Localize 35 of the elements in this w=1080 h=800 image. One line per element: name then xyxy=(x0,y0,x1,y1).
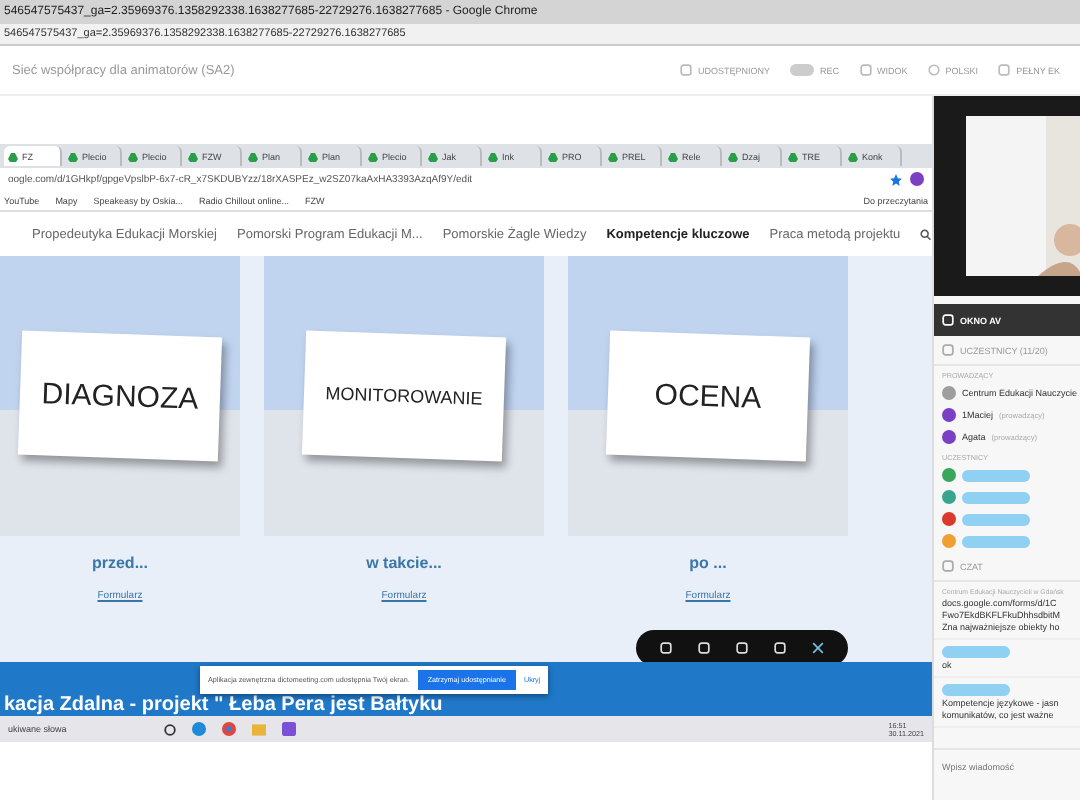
card-word: OCENA xyxy=(654,377,762,415)
drive-icon xyxy=(548,151,558,161)
card-word: DIAGNOZA xyxy=(41,376,199,416)
drive-icon xyxy=(188,151,198,161)
redaction-mark xyxy=(962,469,1030,481)
card-caption: w takcie... xyxy=(366,554,442,572)
redaction-mark xyxy=(942,684,1010,696)
drive-icon xyxy=(428,151,438,161)
drive-icon xyxy=(488,151,498,161)
drive-icon xyxy=(728,151,738,161)
drive-icon xyxy=(248,151,258,161)
drive-icon xyxy=(308,151,318,161)
card-caption: przed... xyxy=(91,554,148,572)
redaction-mark xyxy=(942,646,1010,658)
record-toggle[interactable] xyxy=(790,64,815,76)
globe-icon xyxy=(927,64,940,76)
drive-icon xyxy=(68,151,78,161)
close-icon[interactable] xyxy=(811,642,824,654)
redaction-mark xyxy=(962,491,1030,503)
drive-icon xyxy=(128,151,138,161)
redaction-mark xyxy=(962,513,1030,525)
search-icon[interactable] xyxy=(920,227,932,241)
star-icon[interactable] xyxy=(890,173,902,185)
drive-icon xyxy=(608,151,618,161)
card-word: MONITOROWANIE xyxy=(325,383,483,409)
avatar-icon[interactable] xyxy=(910,172,924,186)
circle-icon[interactable] xyxy=(164,723,176,735)
drive-icon xyxy=(8,151,18,161)
drive-icon xyxy=(848,151,858,161)
banner-text: kacja Zdalna - projekt " Łeba Pera jest Bałtyku xyxy=(4,694,443,716)
drive-icon xyxy=(788,151,798,161)
drive-icon xyxy=(668,151,678,161)
card-caption: po ... xyxy=(689,554,727,572)
redaction-mark xyxy=(962,535,1030,547)
drive-icon xyxy=(368,151,378,161)
